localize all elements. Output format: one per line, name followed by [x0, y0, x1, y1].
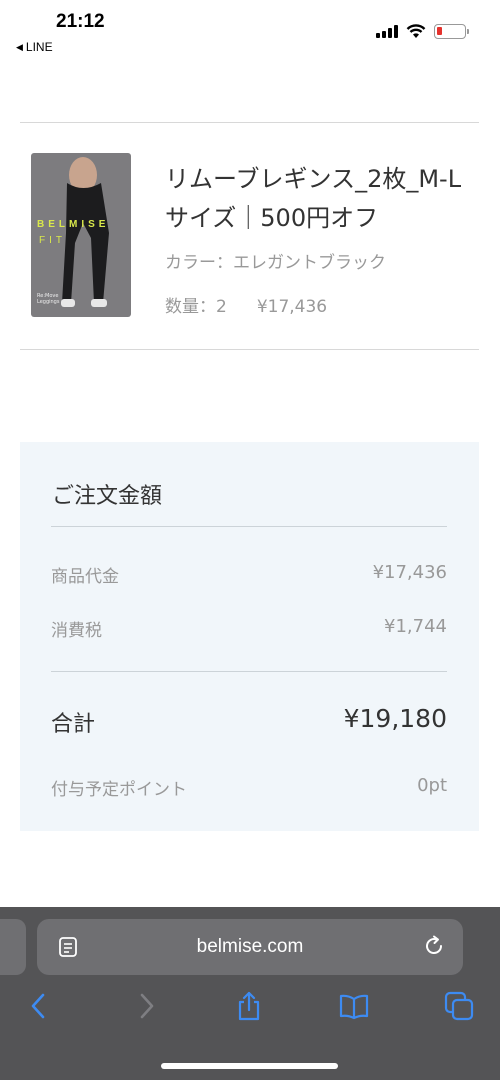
product-price: ¥17,436 [256, 297, 328, 317]
previous-tab-preview[interactable] [0, 919, 26, 975]
forward-icon[interactable] [131, 991, 161, 1021]
url-text[interactable]: belmise.com [37, 936, 463, 958]
thumbnail-caption: Re:Move Leggings [37, 293, 60, 305]
tax-label: 消費税 [51, 621, 102, 641]
product-thumbnail[interactable]: BELMISE FIT Re:Move Leggings [31, 153, 131, 317]
back-to-app-link[interactable]: ◀ LINE [16, 40, 53, 54]
total-label: 合計 [51, 712, 96, 737]
summary-title: ご注文金額 [52, 484, 163, 509]
bookmarks-icon[interactable] [339, 991, 369, 1021]
thumbnail-sub: FIT [39, 235, 66, 246]
address-bar[interactable]: belmise.com [37, 919, 463, 975]
cellular-signal-icon [376, 25, 398, 38]
status-indicators [376, 24, 469, 39]
order-summary: ご注文金額 商品代金 ¥17,436 消費税 ¥1,744 合計 ¥19,180… [20, 442, 479, 831]
status-bar: 21:12 ◀ LINE [0, 0, 500, 62]
browser-toolbar: belmise.com [0, 907, 500, 1080]
product-quantity-price: 数量：2 ¥17,436 [165, 292, 327, 317]
top-divider [20, 122, 479, 123]
subtotal-value: ¥17,436 [372, 562, 447, 583]
home-indicator[interactable] [161, 1063, 338, 1069]
back-icon[interactable] [24, 991, 54, 1021]
back-app-label: LINE [25, 40, 53, 54]
status-time: 21:12 [56, 11, 105, 32]
tabs-icon[interactable] [444, 991, 474, 1021]
subtotal-label: 商品代金 [51, 567, 119, 587]
wifi-icon [406, 24, 426, 38]
product-quantity: 数量：2 [165, 297, 227, 317]
product-color: カラー：エレガントブラック [165, 253, 386, 273]
points-label: 付与予定ポイント [51, 780, 187, 800]
product-divider [20, 349, 479, 350]
share-icon[interactable] [234, 991, 264, 1021]
summary-divider [51, 526, 447, 527]
battery-icon [434, 24, 469, 39]
total-value: ¥19,180 [343, 704, 447, 733]
back-triangle-icon: ◀ [16, 41, 23, 52]
thumbnail-brand: BELMISE [37, 219, 110, 230]
tax-value: ¥1,744 [384, 616, 447, 637]
points-value: 0pt [417, 775, 447, 796]
reload-icon[interactable] [423, 935, 445, 957]
product-title[interactable]: リムーブレギンス_2枚_M-Lサイズ｜500円オフ [165, 160, 485, 238]
summary-divider-2 [51, 671, 447, 672]
